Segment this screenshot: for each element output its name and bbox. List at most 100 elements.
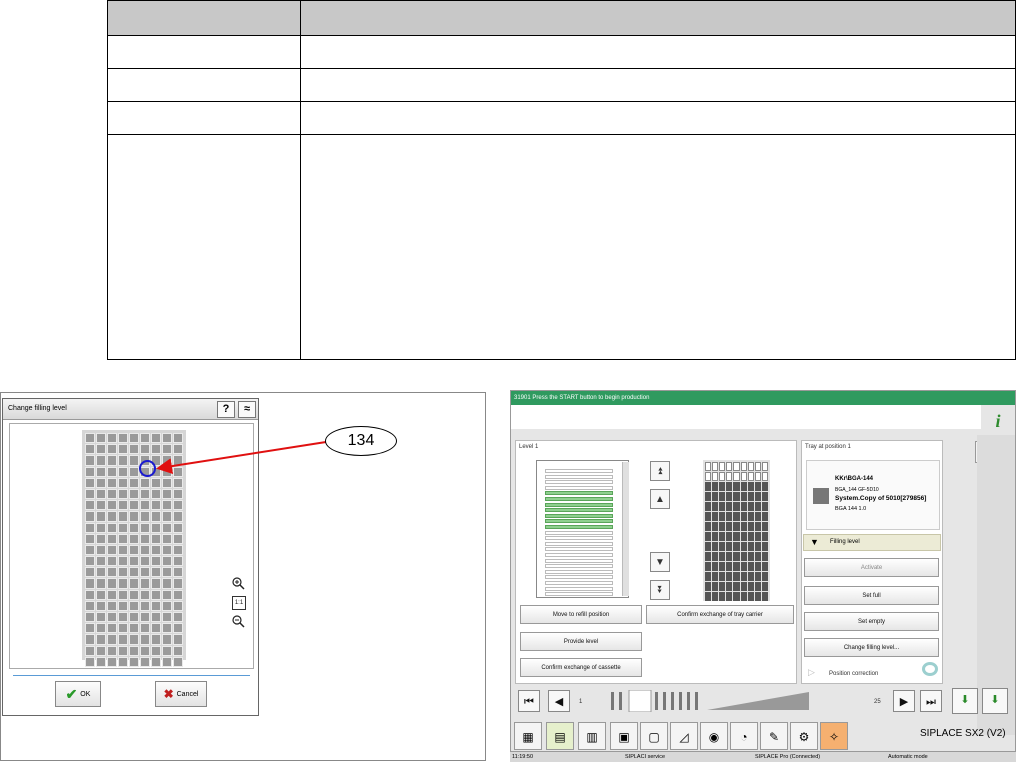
provide-level-button[interactable]: Provide level [520, 632, 642, 651]
tray-cell[interactable] [162, 589, 172, 600]
tray-cell[interactable] [118, 433, 128, 444]
tray-cell[interactable] [85, 477, 95, 488]
tray-cell[interactable] [129, 645, 139, 656]
tray-cell[interactable] [107, 544, 117, 556]
tray-cell[interactable] [85, 488, 95, 500]
first-button[interactable]: ⏮︎ [518, 690, 540, 712]
tray-cell[interactable] [151, 488, 161, 500]
gears-icon[interactable]: ⚙ [790, 722, 818, 750]
tray-cell[interactable] [107, 634, 117, 645]
tray-cell[interactable] [140, 634, 150, 645]
zoom-fit-button[interactable]: 1:1 [232, 596, 246, 610]
tray-cell[interactable] [85, 500, 95, 511]
tray-cell[interactable] [162, 511, 172, 522]
tray-cell[interactable] [107, 433, 117, 444]
tray-cell[interactable] [162, 556, 172, 567]
tray-cell[interactable] [162, 612, 172, 623]
tray-cell[interactable] [85, 444, 95, 455]
tray-cell[interactable] [151, 556, 161, 567]
tray-cell[interactable] [129, 477, 139, 488]
tray-cell[interactable] [85, 623, 95, 634]
tray-cell[interactable] [96, 578, 106, 589]
tray-cell[interactable] [162, 500, 172, 511]
tray-cell[interactable] [129, 656, 139, 667]
tray-cell[interactable] [118, 612, 128, 623]
tray-cell[interactable] [129, 533, 139, 544]
tray-cell[interactable] [129, 444, 139, 455]
tray-cell[interactable] [129, 522, 139, 533]
tray-cell[interactable] [107, 645, 117, 656]
tray-cell[interactable] [173, 522, 183, 533]
wrench-icon[interactable]: ✧ [820, 722, 848, 750]
tray-cell[interactable] [129, 623, 139, 634]
tray-cell[interactable] [129, 511, 139, 522]
tray-cell[interactable] [140, 477, 150, 488]
tray-cell[interactable] [162, 623, 172, 634]
bar-chart-icon[interactable]: ▥ [578, 722, 606, 750]
tray-cell[interactable] [96, 477, 106, 488]
tray-cell[interactable] [140, 567, 150, 578]
tray-cell[interactable] [173, 488, 183, 500]
tray-cell[interactable] [107, 500, 117, 511]
tray-cell[interactable] [129, 578, 139, 589]
tray-cell[interactable] [151, 522, 161, 533]
tray-cell[interactable] [162, 522, 172, 533]
tray-cell[interactable] [162, 634, 172, 645]
tray-cell[interactable] [151, 511, 161, 522]
tray-cell[interactable] [118, 589, 128, 600]
tray-cell[interactable] [162, 488, 172, 500]
tray-cell[interactable] [96, 656, 106, 667]
tray-cell[interactable] [140, 556, 150, 567]
tray-cell[interactable] [162, 533, 172, 544]
tray-cell[interactable] [140, 500, 150, 511]
ok-button[interactable]: ✔ OK [55, 681, 101, 707]
tray-cell[interactable] [118, 656, 128, 667]
bottom-level-button[interactable]: ⏬︎ [650, 580, 670, 600]
tray-cell[interactable] [173, 533, 183, 544]
tray-cell[interactable] [173, 600, 183, 611]
tray-cell[interactable] [118, 556, 128, 567]
tray-cell[interactable] [107, 533, 117, 544]
tray-cell[interactable] [85, 466, 95, 477]
tray-cell[interactable] [173, 634, 183, 645]
tray-cell[interactable] [96, 645, 106, 656]
tray-cell[interactable] [162, 578, 172, 589]
tray-cell[interactable] [96, 522, 106, 533]
tray-cell[interactable] [162, 645, 172, 656]
tray-cell[interactable] [118, 600, 128, 611]
tray-cell[interactable] [85, 578, 95, 589]
tray-cell[interactable] [173, 645, 183, 656]
tray-cell[interactable] [85, 567, 95, 578]
tray-cell[interactable] [85, 589, 95, 600]
tray-cell[interactable] [173, 500, 183, 511]
tray-cell[interactable] [96, 589, 106, 600]
up-button[interactable]: ▲ [650, 489, 670, 509]
tray-cell[interactable] [96, 567, 106, 578]
tray-cell[interactable] [129, 634, 139, 645]
set-empty-button[interactable]: Set empty [804, 612, 939, 631]
tray-cell[interactable] [96, 455, 106, 466]
filling-level-header[interactable]: ▼ Filling level [803, 534, 941, 551]
line-chart-icon[interactable]: ◿ [670, 722, 698, 750]
tray-cell[interactable] [85, 544, 95, 556]
tray-cell[interactable] [140, 522, 150, 533]
tray-cell[interactable] [129, 589, 139, 600]
tray-cell[interactable] [151, 533, 161, 544]
tray-cell[interactable] [85, 522, 95, 533]
tray-cell[interactable] [173, 567, 183, 578]
tray-cell[interactable] [129, 455, 139, 466]
cassette-scrollbar[interactable] [622, 462, 629, 596]
tray-cell[interactable] [118, 477, 128, 488]
tray-cell[interactable] [151, 623, 161, 634]
tray-cell[interactable] [140, 612, 150, 623]
tray-cell[interactable] [96, 556, 106, 567]
tray-cell[interactable] [129, 466, 139, 477]
tray-cell[interactable] [96, 511, 106, 522]
tray-cell[interactable] [107, 556, 117, 567]
tray-cell[interactable] [129, 433, 139, 444]
tray-cell[interactable] [107, 600, 117, 611]
document-icon[interactable]: ▢ [640, 722, 668, 750]
tray-cell[interactable] [173, 556, 183, 567]
tray-cell[interactable] [96, 500, 106, 511]
info-icon[interactable]: i [987, 411, 1009, 431]
